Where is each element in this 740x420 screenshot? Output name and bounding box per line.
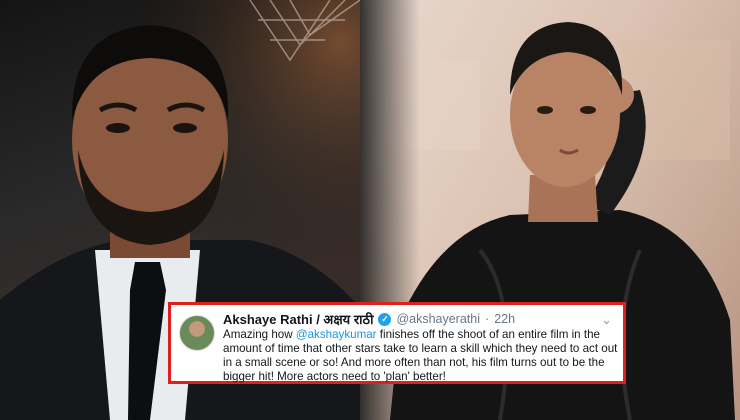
user-avatar[interactable] [179, 315, 215, 351]
composite-photo: Akshaye Rathi / अक्षय राठी ✓ @akshayerat… [0, 0, 740, 420]
tweet-card[interactable]: Akshaye Rathi / अक्षय राठी ✓ @akshayerat… [168, 302, 626, 384]
separator-dot: · [485, 312, 490, 326]
mention-link[interactable]: @akshaykumar [296, 328, 377, 341]
user-handle[interactable]: @akshayerathi [396, 312, 480, 326]
verified-badge-icon: ✓ [378, 312, 392, 326]
tweet-text: Amazing how @akshaykumar finishes off th… [223, 328, 619, 384]
display-name[interactable]: Akshaye Rathi / अक्षय राठी [223, 310, 373, 328]
tweet-header: Akshaye Rathi / अक्षय राठी ✓ @akshayerat… [223, 310, 615, 328]
tweet-text-start: Amazing how [223, 328, 296, 341]
more-options-icon[interactable]: ⌄ [601, 312, 613, 328]
tweet-timestamp[interactable]: 22h [494, 312, 515, 326]
